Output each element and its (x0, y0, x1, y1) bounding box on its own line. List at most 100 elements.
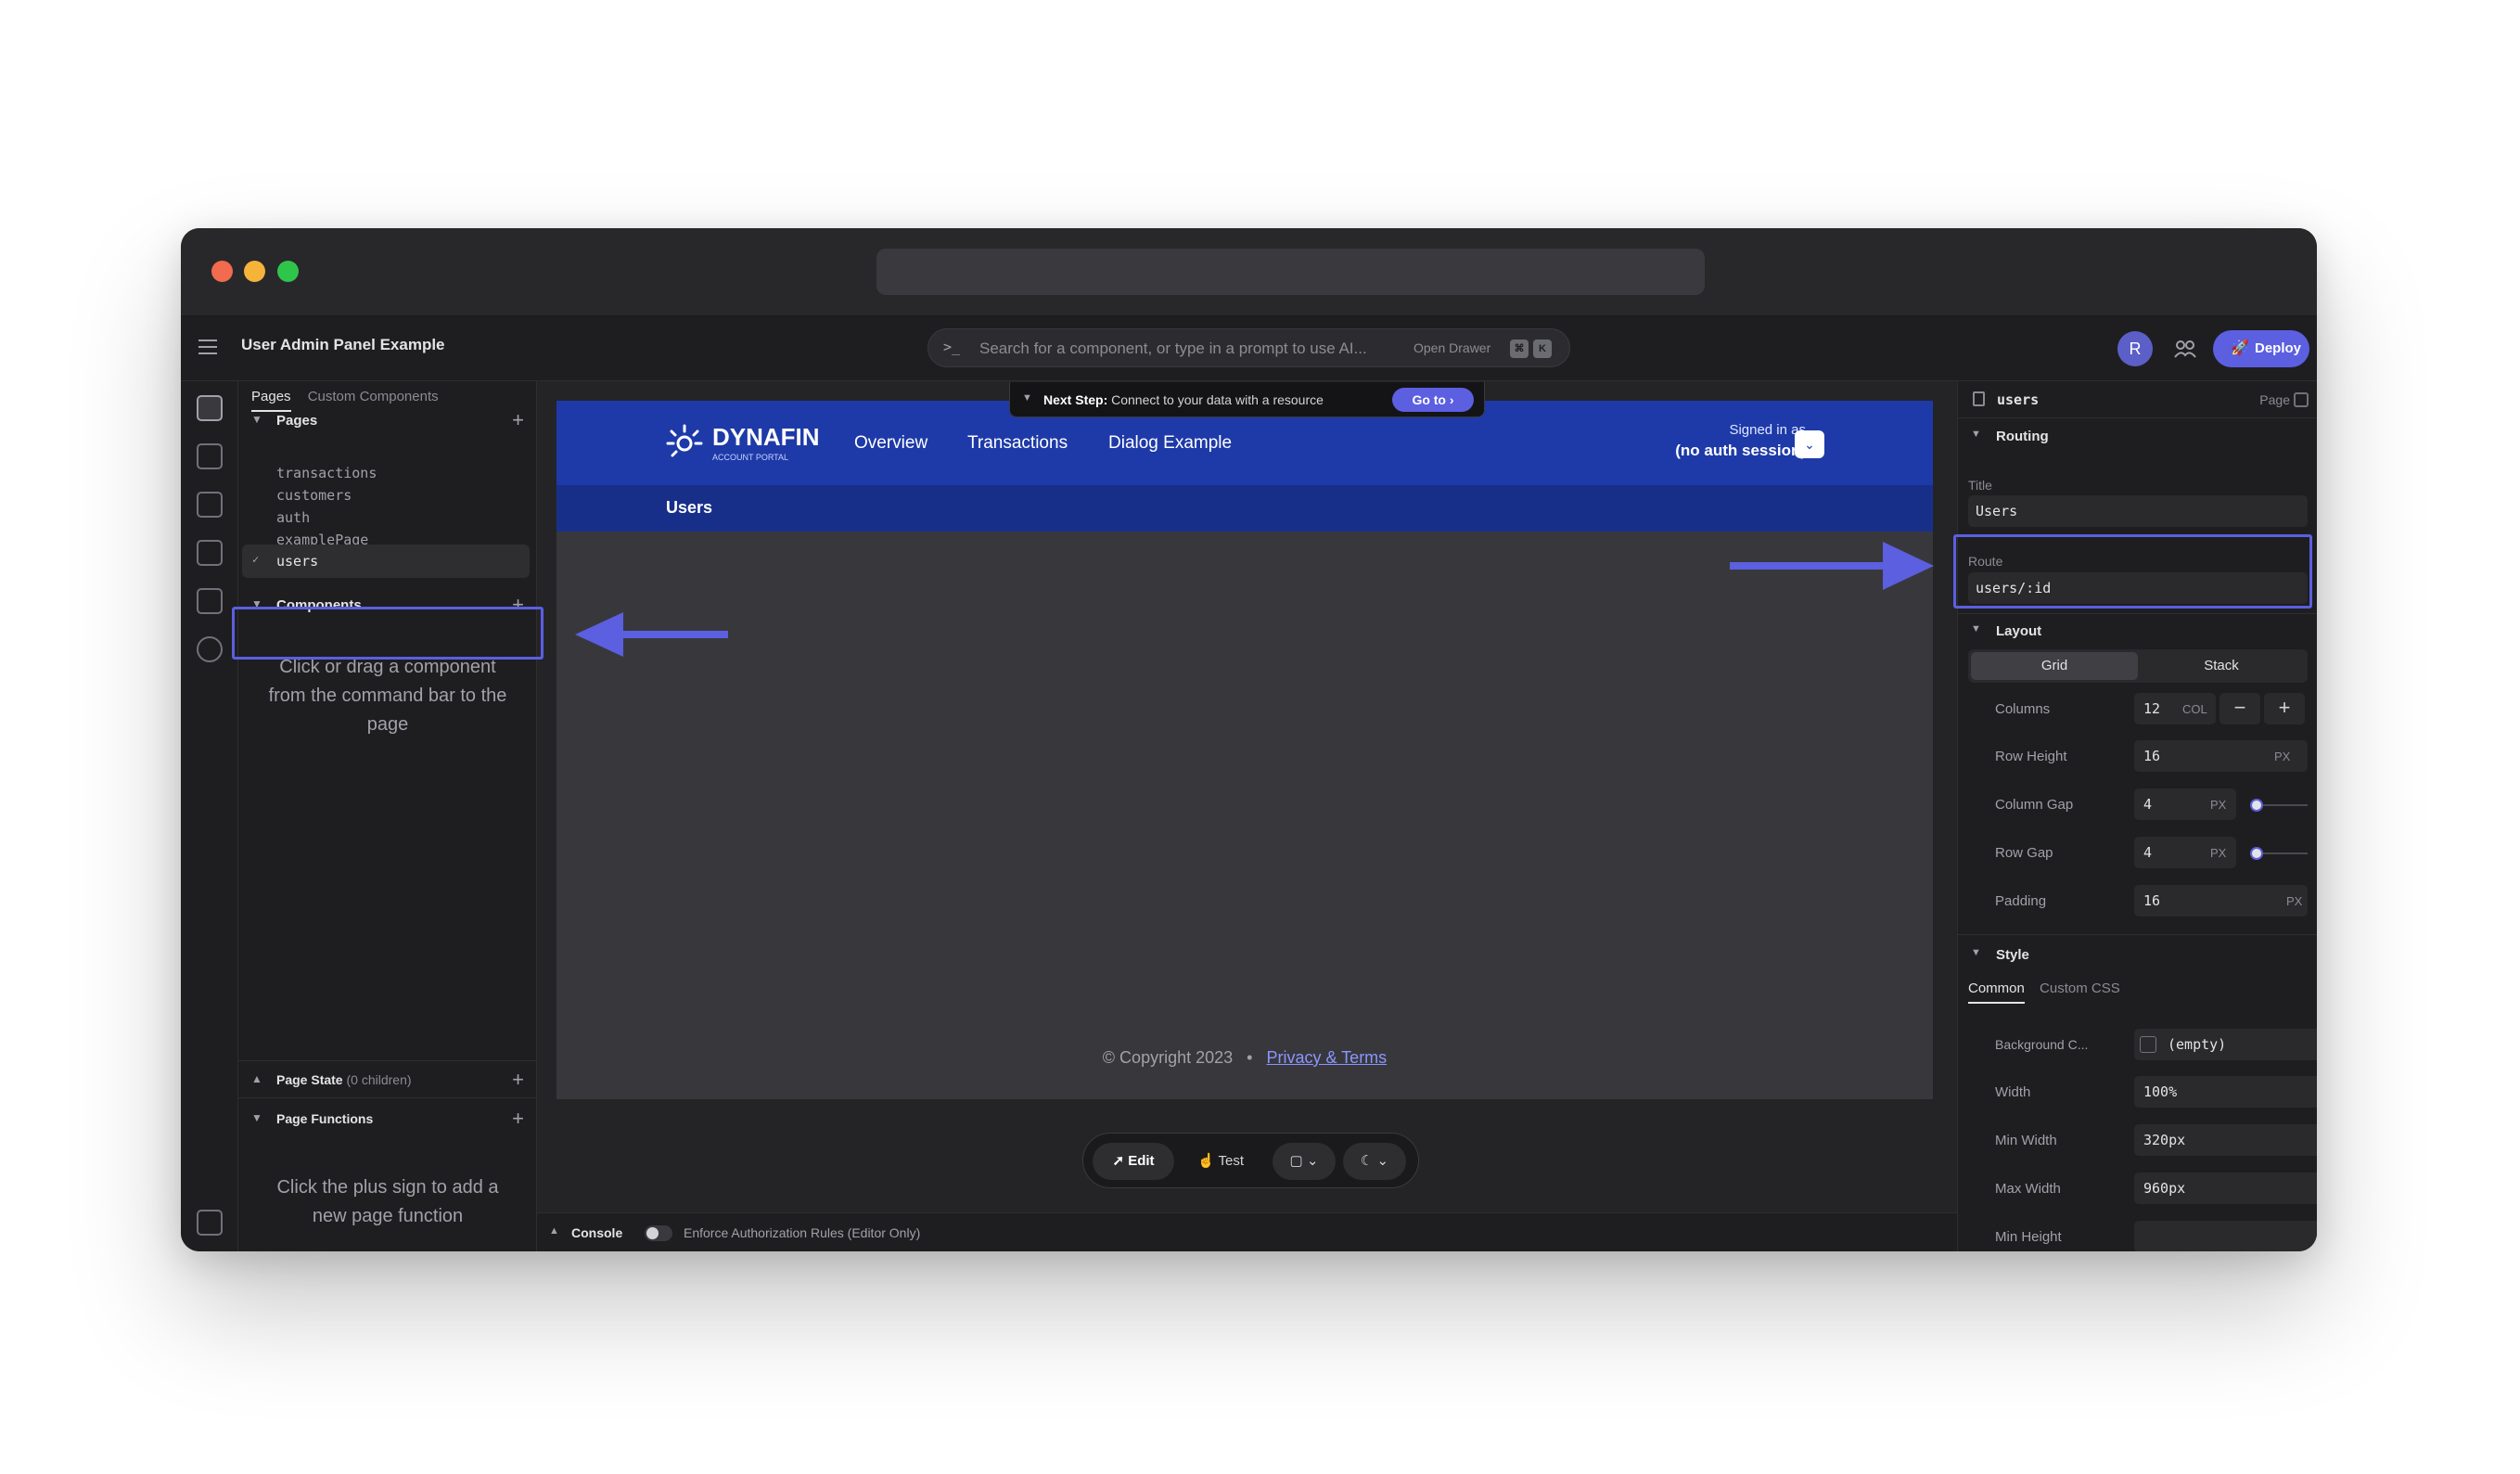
page-item-customers[interactable]: customers (276, 487, 352, 504)
gear-icon[interactable] (197, 636, 223, 662)
users-page-highlight (232, 607, 544, 660)
right-arrow-annotation (1730, 542, 1934, 590)
deploy-button[interactable]: 🚀 Deploy (2213, 330, 2309, 367)
next-step-label: Next Step: (1043, 392, 1108, 407)
add-page-icon[interactable]: + (512, 408, 524, 432)
column-gap-unit: PX (2210, 798, 2227, 812)
nav-link-overview[interactable]: Overview (854, 433, 927, 454)
collaborators-icon[interactable] (2171, 335, 2199, 363)
page-item-users[interactable]: ✓ users (242, 545, 530, 578)
min-height-label: Min Height (1995, 1229, 2062, 1245)
branch-icon[interactable] (197, 492, 223, 518)
privacy-terms-link[interactable]: Privacy & Terms (1266, 1048, 1387, 1067)
chevron-down-icon: ▼ (1971, 947, 1981, 958)
chevron-down-icon[interactable]: ⌄ (1795, 430, 1824, 458)
width-input[interactable]: 100% (2134, 1076, 2317, 1108)
next-step-text: Next Step: Connect to your data with a r… (1043, 392, 1324, 407)
pages-section-header[interactable]: ▼ Pages + (238, 403, 537, 440)
panel-toggle-icon[interactable] (197, 1210, 223, 1236)
library-icon[interactable] (197, 443, 223, 469)
routing-section-header[interactable]: ▼ Routing (1958, 419, 2317, 453)
add-function-icon[interactable]: + (512, 1107, 524, 1131)
pages-icon[interactable] (197, 395, 223, 421)
page-state-section-header[interactable]: ▲ Page State (0 children) + (238, 1062, 537, 1099)
min-height-input[interactable] (2134, 1221, 2317, 1251)
files-icon[interactable] (197, 588, 223, 614)
layout-mode-stack[interactable]: Stack (2138, 652, 2305, 680)
min-width-input[interactable]: 320px (2134, 1124, 2317, 1156)
row-gap-slider-knob[interactable] (2250, 847, 2263, 860)
page-title: Users (666, 498, 713, 517)
edit-mode-button[interactable]: ➚ Edit (1093, 1143, 1174, 1180)
test-mode-button[interactable]: ☝ Test (1180, 1143, 1261, 1180)
max-width-label: Max Width (1995, 1181, 2061, 1197)
inspector-panel: users Page ▼ Routing Title Users Route u… (1957, 381, 2317, 1251)
nav-link-dialog-example[interactable]: Dialog Example (1108, 433, 1232, 454)
command-bar[interactable]: >_ Search for a component, or type in a … (927, 328, 1570, 367)
maximize-window-button[interactable] (277, 261, 299, 282)
device-select-button[interactable]: ▢ ⌄ (1273, 1143, 1336, 1180)
divider (238, 1060, 537, 1061)
background-color-value: (empty) (2168, 1036, 2227, 1053)
nav-link-transactions[interactable]: Transactions (967, 433, 1068, 454)
layout-mode-toggle: Grid Stack (1968, 649, 2308, 683)
row-gap-label: Row Gap (1995, 845, 2053, 861)
page-functions-section-header[interactable]: ▼ Page Functions + (238, 1101, 537, 1138)
title-label: Title (1968, 478, 1992, 493)
chevron-down-icon: ▼ (251, 1111, 262, 1124)
style-section-header[interactable]: ▼ Style (1958, 938, 2317, 971)
title-input[interactable]: Users (1968, 495, 2308, 527)
menu-icon[interactable] (198, 340, 217, 354)
padding-input[interactable]: 16 (2134, 885, 2308, 916)
color-swatch[interactable] (2140, 1036, 2156, 1053)
max-width-input[interactable]: 960px (2134, 1173, 2317, 1204)
style-tabs: Common Custom CSS (1968, 981, 2131, 1004)
avatar[interactable]: R (2117, 331, 2153, 366)
page-item-transactions[interactable]: transactions (276, 465, 377, 481)
footer-copyright: © Copyright 2023 (1102, 1048, 1234, 1067)
chevron-up-icon[interactable]: ▲ (549, 1225, 559, 1237)
brand-logo: DYNAFIN ACCOUNT PORTAL (666, 423, 820, 465)
page-item-auth[interactable]: auth (276, 509, 310, 526)
columns-increment-button[interactable]: + (2264, 693, 2305, 724)
editor-canvas: DYNAFIN ACCOUNT PORTAL Overview Transact… (537, 381, 1957, 1251)
edit-mode-label: Edit (1128, 1153, 1155, 1169)
address-bar[interactable] (876, 249, 1705, 295)
command-bar-placeholder: Search for a component, or type in a pro… (979, 340, 1367, 357)
divider (238, 1097, 537, 1098)
row-gap-unit: PX (2210, 846, 2227, 860)
brand-name: DYNAFIN (712, 423, 820, 451)
style-label: Style (1996, 947, 2029, 963)
page-state-count: (0 children) (346, 1072, 412, 1087)
background-color-input[interactable]: (empty) (2134, 1029, 2317, 1060)
app-footer: © Copyright 2023 • Privacy & Terms (556, 1048, 1933, 1068)
file-icon (1973, 391, 1985, 406)
close-window-button[interactable] (211, 261, 233, 282)
console-toggle[interactable]: Console (571, 1225, 622, 1240)
tab-common[interactable]: Common (1968, 981, 2025, 1004)
chevron-down-icon[interactable]: ▼ (1022, 392, 1032, 404)
column-gap-slider-knob[interactable] (2250, 799, 2263, 812)
open-drawer-label[interactable]: Open Drawer (1414, 340, 1490, 355)
auth-rules-toggle[interactable] (645, 1225, 672, 1241)
test-mode-label: Test (1218, 1153, 1245, 1169)
add-state-icon[interactable]: + (512, 1068, 524, 1092)
components-icon[interactable] (197, 540, 223, 566)
divider (1958, 934, 2317, 935)
layout-section-header[interactable]: ▼ Layout (1958, 614, 2317, 647)
layout-mode-grid[interactable]: Grid (1971, 652, 2138, 680)
go-to-button[interactable]: Go to › (1392, 388, 1474, 412)
dock-icon[interactable] (2294, 392, 2309, 407)
sun-logo-icon (666, 424, 703, 457)
columns-label: Columns (1995, 701, 2051, 717)
page-heading-bar: Users (556, 485, 1933, 532)
theme-select-button[interactable]: ☾ ⌄ (1343, 1143, 1406, 1180)
minimize-window-button[interactable] (244, 261, 265, 282)
row-gap-slider[interactable] (2250, 847, 2308, 860)
columns-decrement-button[interactable]: − (2219, 693, 2260, 724)
column-gap-slider[interactable] (2250, 799, 2308, 812)
component-kind: Page (2259, 392, 2290, 407)
row-height-unit[interactable]: PX (2274, 750, 2290, 763)
page-functions-label: Page Functions (276, 1111, 374, 1126)
tab-custom-css[interactable]: Custom CSS (2040, 981, 2120, 996)
